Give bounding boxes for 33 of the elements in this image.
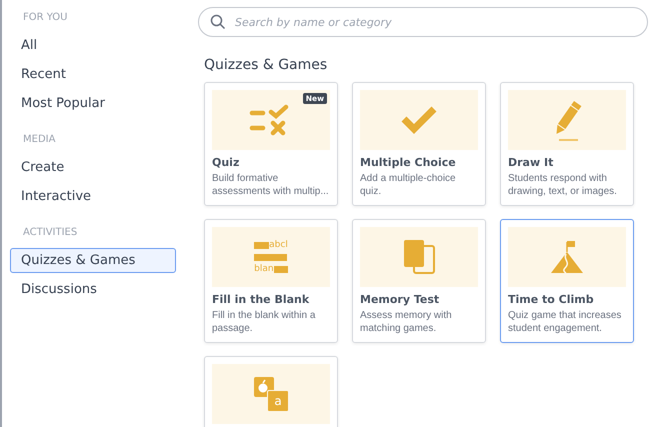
- search-icon: [210, 14, 226, 30]
- sidebar-item[interactable]: All: [10, 33, 176, 58]
- card-description: Students respond with drawing, text, or images.: [508, 172, 618, 198]
- card-description: Quiz game that increases student engagement.: [508, 309, 622, 335]
- sidebar-item[interactable]: Recent: [10, 62, 176, 87]
- sidebar-item[interactable]: Quizzes & Games: [10, 248, 176, 273]
- sidebar-item[interactable]: Most Popular: [10, 91, 176, 116]
- card-title: Time to Climb: [508, 293, 595, 306]
- activity-card[interactable]: Multiple Choice Add a multiple-choice quiz.: [352, 82, 486, 206]
- card-description: Fill in the blank within a passage.: [212, 309, 316, 335]
- section-heading: ACTIVITIES: [22, 227, 78, 238]
- section-title: Quizzes & Games: [204, 57, 328, 73]
- mountain-flag-icon: [549, 240, 585, 274]
- cards-icon: [402, 239, 436, 275]
- card-description: Add a multiple-choice quiz.: [360, 172, 457, 198]
- activity-card[interactable]: Memory Test Assess memory with matching games.: [352, 219, 486, 343]
- section-heading: MEDIA: [22, 134, 56, 145]
- card-title: Quiz: [212, 156, 240, 169]
- card-title: Multiple Choice: [360, 156, 457, 169]
- sidebar-item[interactable]: Discussions: [10, 277, 176, 302]
- card-description: Build formative assessments with multip...: [212, 172, 330, 198]
- search-field[interactable]: Search by name or category: [198, 7, 648, 37]
- activity-card[interactable]: Time to Climb Quiz game that increases student engagement.: [500, 219, 634, 343]
- sidebar-item[interactable]: Interactive: [10, 184, 176, 209]
- sidebar-item[interactable]: Create: [10, 155, 176, 180]
- card-title: Memory Test: [360, 293, 440, 306]
- card-description: Assess memory with matching games.: [360, 309, 453, 335]
- activity-card[interactable]: Draw It Students respond with drawing, text, or images.: [500, 82, 634, 206]
- section-heading: FOR YOU: [22, 12, 69, 23]
- card-title: Draw It: [508, 156, 554, 169]
- checkmark-icon: [400, 105, 438, 135]
- card-title: Fill in the Blank: [212, 293, 310, 306]
- activity-card[interactable]: abcl blan Fill in the Blank Fill in the blank within a passage.: [204, 219, 338, 343]
